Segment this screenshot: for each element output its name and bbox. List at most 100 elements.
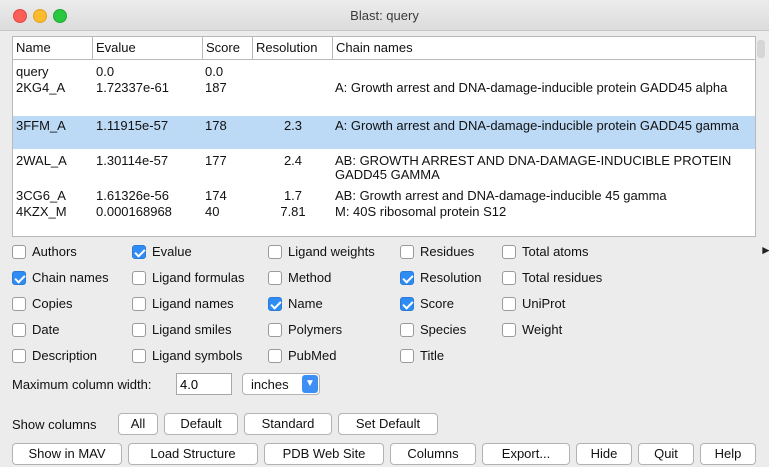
- checkbox-box[interactable]: [132, 271, 146, 285]
- checkbox-box-checked[interactable]: [400, 297, 414, 311]
- checkbox-box[interactable]: [268, 245, 282, 259]
- table-row[interactable]: 2KG4_A 1.72337e-61 187 A: Growth arrest …: [13, 81, 755, 111]
- show-all-columns-button[interactable]: All: [118, 413, 158, 435]
- cell-score: 177: [205, 153, 227, 168]
- columns-button[interactable]: Columns: [390, 443, 476, 465]
- checkbox-box[interactable]: [400, 349, 414, 363]
- checkbox-box[interactable]: [12, 323, 26, 337]
- checkbox-copies[interactable]: Copies: [12, 294, 72, 314]
- cell-resolution: 2.3: [283, 118, 303, 133]
- cell-name: 2WAL_A: [16, 153, 67, 168]
- width-unit-value: inches: [251, 377, 289, 392]
- cell-evalue: 1.11915e-57: [96, 118, 169, 133]
- load-structure-button[interactable]: Load Structure: [128, 443, 258, 465]
- table-row[interactable]: 3CG6_A 1.61326e-56 174 1.7 AB: Growth ar…: [13, 189, 755, 204]
- checkbox-box-checked[interactable]: [132, 245, 146, 259]
- checkbox-evalue[interactable]: Evalue: [132, 242, 192, 262]
- show-in-mav-button[interactable]: Show in MAV: [12, 443, 122, 465]
- checkbox-method[interactable]: Method: [268, 268, 331, 288]
- checkbox-box[interactable]: [268, 271, 282, 285]
- help-button[interactable]: Help: [700, 443, 756, 465]
- set-default-columns-button[interactable]: Set Default: [338, 413, 438, 435]
- checkbox-weight[interactable]: Weight: [502, 320, 562, 340]
- checkbox-box[interactable]: [268, 349, 282, 363]
- cell-evalue: 1.30114e-57: [96, 153, 169, 168]
- checkbox-ligand-names[interactable]: Ligand names: [132, 294, 234, 314]
- cell-score: 187: [205, 80, 227, 95]
- checkbox-authors[interactable]: Authors: [12, 242, 77, 262]
- checkbox-description[interactable]: Description: [12, 346, 97, 366]
- column-header-score[interactable]: Score: [203, 37, 253, 59]
- checkbox-box[interactable]: [502, 323, 516, 337]
- checkbox-box[interactable]: [502, 271, 516, 285]
- checkbox-box-checked[interactable]: [268, 297, 282, 311]
- table-row[interactable]: 2WAL_A 1.30114e-57 177 2.4 AB: GROWTH AR…: [13, 154, 755, 184]
- width-unit-select[interactable]: inches ▼: [242, 373, 320, 395]
- checkbox-ligand-formulas[interactable]: Ligand formulas: [132, 268, 245, 288]
- checkbox-pubmed[interactable]: PubMed: [268, 346, 336, 366]
- checkbox-title[interactable]: Title: [400, 346, 444, 366]
- checkbox-total-atoms[interactable]: Total atoms: [502, 242, 588, 262]
- cell-chain-names: A: Growth arrest and DNA-damage-inducibl…: [335, 80, 728, 95]
- default-columns-button[interactable]: Default: [164, 413, 238, 435]
- checkbox-resolution[interactable]: Resolution: [400, 268, 481, 288]
- table-row-selected[interactable]: 3FFM_A 1.11915e-57 178 2.3 A: Growth arr…: [13, 116, 755, 149]
- checkbox-box-checked[interactable]: [12, 271, 26, 285]
- cell-evalue: 0.000168968: [96, 204, 172, 219]
- window-title: Blast: query: [350, 8, 419, 23]
- hide-button[interactable]: Hide: [576, 443, 632, 465]
- chevron-right-icon[interactable]: ►: [760, 243, 769, 257]
- column-header-evalue[interactable]: Evalue: [93, 37, 203, 59]
- checkbox-residues[interactable]: Residues: [400, 242, 474, 262]
- table-row[interactable]: query 0.0 0.0: [13, 65, 755, 80]
- pdb-web-site-button[interactable]: PDB Web Site: [264, 443, 384, 465]
- cell-chain-names: A: Growth arrest and DNA-damage-inducibl…: [335, 118, 739, 133]
- max-column-width-label: Maximum column width:: [12, 377, 152, 392]
- checkbox-ligand-symbols[interactable]: Ligand symbols: [132, 346, 242, 366]
- cell-chain-names: AB: Growth arrest and DNA-damage-inducib…: [335, 188, 667, 203]
- checkbox-uniprot[interactable]: UniProt: [502, 294, 565, 314]
- max-column-width-input[interactable]: [176, 373, 232, 395]
- checkbox-species[interactable]: Species: [400, 320, 466, 340]
- checkbox-ligand-weights[interactable]: Ligand weights: [268, 242, 375, 262]
- checkbox-box[interactable]: [502, 297, 516, 311]
- show-columns-label: Show columns: [12, 417, 97, 432]
- checkbox-polymers[interactable]: Polymers: [268, 320, 342, 340]
- checkbox-score[interactable]: Score: [400, 294, 454, 314]
- checkbox-total-residues[interactable]: Total residues: [502, 268, 602, 288]
- quit-button[interactable]: Quit: [638, 443, 694, 465]
- cell-name: 4KZX_M: [16, 204, 67, 219]
- cell-resolution: 7.81: [280, 204, 306, 219]
- checkbox-ligand-smiles[interactable]: Ligand smiles: [132, 320, 232, 340]
- column-header-name[interactable]: Name: [13, 37, 93, 59]
- checkbox-box[interactable]: [12, 245, 26, 259]
- checkbox-box[interactable]: [400, 245, 414, 259]
- checkbox-box[interactable]: [132, 349, 146, 363]
- checkbox-name[interactable]: Name: [268, 294, 323, 314]
- checkbox-box[interactable]: [12, 297, 26, 311]
- export-button[interactable]: Export...: [482, 443, 570, 465]
- standard-columns-button[interactable]: Standard: [244, 413, 332, 435]
- table-scrollbar[interactable]: [757, 40, 765, 58]
- checkbox-chain-names[interactable]: Chain names: [12, 268, 109, 288]
- column-header-chain-names[interactable]: Chain names: [333, 37, 755, 59]
- checkbox-box[interactable]: [502, 245, 516, 259]
- checkbox-date[interactable]: Date: [12, 320, 59, 340]
- table-row[interactable]: 4KZX_M 0.000168968 40 7.81 M: 40S riboso…: [13, 205, 755, 220]
- cell-evalue: 0.0: [96, 64, 115, 79]
- checkbox-box-checked[interactable]: [400, 271, 414, 285]
- title-bar: Blast: query: [0, 0, 769, 31]
- checkbox-box[interactable]: [400, 323, 414, 337]
- checkbox-box[interactable]: [132, 297, 146, 311]
- checkbox-box[interactable]: [132, 323, 146, 337]
- table-header: Name Evalue Score Resolution Chain names: [13, 37, 755, 60]
- column-header-resolution[interactable]: Resolution: [253, 37, 333, 59]
- cell-name: query: [16, 64, 49, 79]
- cell-score: 40: [205, 204, 220, 219]
- cell-score: 178: [205, 118, 227, 133]
- results-table[interactable]: Name Evalue Score Resolution Chain names…: [12, 36, 756, 237]
- cell-chain-names: M: 40S ribosomal protein S12: [335, 204, 507, 219]
- cell-name: 3CG6_A: [16, 188, 66, 203]
- checkbox-box[interactable]: [268, 323, 282, 337]
- checkbox-box[interactable]: [12, 349, 26, 363]
